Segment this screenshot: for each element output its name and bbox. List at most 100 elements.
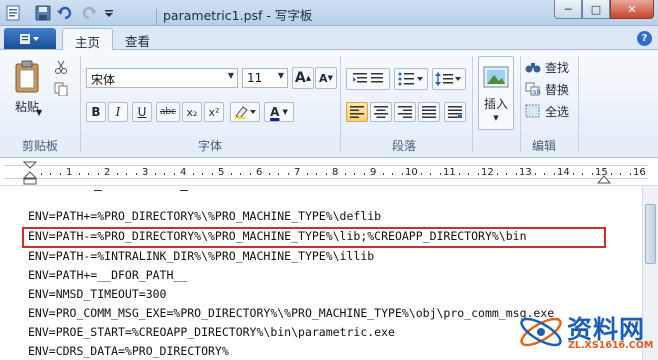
bullet-list-icon	[398, 72, 423, 86]
insert-picture-icon	[483, 66, 509, 87]
window-controls: ─ □ ✕	[554, 0, 654, 19]
ruler-tick	[620, 173, 621, 175]
minimize-button[interactable]: ─	[554, 0, 582, 19]
ruler-tick	[126, 173, 127, 175]
decrease-indent-button[interactable]	[346, 68, 390, 90]
watermark-logo-icon	[520, 317, 562, 347]
ribbon-tab-row: 主页 查看 ?	[0, 26, 658, 51]
align-center-button[interactable]	[370, 102, 392, 122]
binoculars-icon	[525, 63, 541, 73]
document-line[interactable]: ENV=NMSD_TIMEOUT=300	[28, 285, 166, 304]
customize-quick-access-icon[interactable]	[100, 4, 118, 22]
ruler[interactable]: 1 2 3 4 5 6 7 8 9 10 11 12 13 14 15 16	[0, 158, 658, 186]
watermark: 资料网 ZL.XS1616.COM	[512, 300, 658, 360]
ruler-label: 15	[595, 167, 608, 178]
document-line[interactable]: ENV=CDRS_DATA=%PRO_DIRECTORY%	[28, 342, 229, 360]
highlight-color-button[interactable]	[230, 102, 260, 122]
document-line[interactable]: ENV=PRO_COMM_MSG_EXE=%PRO_DIRECTORY%\%PR…	[28, 304, 554, 323]
find-label: 查找	[545, 60, 570, 75]
close-button[interactable]: ✕	[610, 0, 654, 19]
paragraph-group-label: 段落	[392, 139, 417, 153]
maximize-button[interactable]: □	[582, 0, 610, 19]
strikethrough-button[interactable]: abc	[156, 102, 180, 122]
wordpad-app-icon[interactable]	[4, 4, 22, 22]
line-spacing-button[interactable]	[432, 68, 466, 90]
ruler-tick	[78, 173, 80, 175]
indent-icon	[353, 73, 383, 83]
ruler-tick	[164, 173, 165, 175]
tab-view[interactable]: 查看	[113, 28, 162, 51]
help-icon[interactable]: ?	[637, 31, 652, 46]
document-line[interactable]: ENV=PATH+=%PRO_DIRECTORY%\%PRO_MACHINE_T…	[28, 207, 381, 226]
watermark-url: ZL.XS1616.COM	[568, 340, 654, 351]
redo-icon[interactable]	[80, 4, 98, 22]
list-button[interactable]	[394, 68, 428, 90]
select-all-button[interactable]: 全选	[524, 102, 574, 120]
indent-marker-icon[interactable]	[23, 161, 39, 185]
application-menu-button[interactable]	[4, 28, 56, 49]
menu-icon	[20, 33, 39, 44]
undo-icon[interactable]	[56, 4, 74, 22]
ruler-tick	[610, 173, 612, 175]
paste-dropdown-arrow[interactable]: ▼	[36, 108, 42, 117]
ruler-tick	[88, 173, 89, 175]
replace-label: 替换	[545, 82, 570, 97]
ruler-label: 12	[481, 167, 494, 178]
tab-home[interactable]: 主页	[62, 28, 114, 51]
justify-icon	[422, 106, 436, 118]
save-icon[interactable]	[34, 4, 52, 22]
bold-button[interactable]: B	[86, 102, 106, 122]
title-bar: parametric1.psf - 写字板 ─ □ ✕	[0, 0, 658, 26]
replace-button[interactable]: ab 替换	[524, 80, 574, 98]
text-fragment	[180, 190, 188, 191]
ruler-tick	[116, 173, 118, 175]
ruler-tick	[173, 173, 175, 175]
ruler-label: 5	[218, 167, 225, 178]
document-line[interactable]: ENV=PROE_START=%CREOAPP_DIRECTORY%\bin\p…	[28, 323, 395, 342]
ruler-label: 13	[519, 167, 532, 178]
window-title: parametric1.psf - 写字板	[150, 5, 312, 25]
ruler-tick	[306, 173, 308, 175]
ruler-tick	[211, 173, 213, 175]
line-spacing-icon	[435, 72, 461, 86]
ruler-tick	[230, 173, 232, 175]
select-all-icon	[525, 104, 540, 118]
ruler-tick	[59, 173, 61, 175]
italic-button[interactable]: I	[108, 102, 128, 122]
document-line[interactable]: ENV=PATH+=__DFOR_PATH__	[28, 266, 187, 285]
ruler-tick	[249, 173, 251, 175]
ruler-tick	[392, 173, 393, 175]
highlight-box	[22, 227, 606, 248]
scrollbar-thumb[interactable]	[645, 204, 656, 264]
copy-icon[interactable]	[52, 80, 70, 98]
ruler-tick	[544, 173, 545, 175]
find-button[interactable]: 查找	[524, 58, 574, 76]
align-left-button[interactable]	[346, 102, 368, 122]
document-line[interactable]: ENV=PATH-=%INTRALINK_DIR%\%PRO_MACHINE_T…	[28, 247, 374, 266]
ruler-tick	[192, 173, 194, 175]
font-size-select[interactable]: 11 ▼	[242, 68, 288, 88]
superscript-button[interactable]: x²	[204, 102, 224, 122]
clipboard-group-label: 剪贴板	[22, 139, 59, 153]
ruler-tick	[477, 173, 479, 175]
shrink-font-button[interactable]: A ▼	[315, 67, 337, 89]
cut-icon[interactable]	[52, 58, 70, 76]
grow-font-button[interactable]: A ▲	[292, 67, 314, 89]
justify-button[interactable]	[418, 102, 440, 122]
group-divider	[472, 56, 473, 152]
font-family-select[interactable]: 宋体 ▼	[86, 68, 238, 88]
subscript-button[interactable]: x₂	[182, 102, 202, 122]
ruler-tick	[629, 173, 631, 175]
text-color-button[interactable]: A ▼	[264, 102, 294, 122]
ruler-label: 11	[443, 167, 456, 178]
ruler-label: 7	[294, 167, 301, 178]
insert-button[interactable]: 插入 ▼	[478, 56, 514, 130]
replace-icon: ab	[525, 82, 541, 96]
underline-button[interactable]: U	[132, 102, 152, 122]
ruler-tick	[468, 173, 469, 175]
ruler-label: 8	[332, 167, 339, 178]
align-right-button[interactable]	[394, 102, 416, 122]
ruler-label: 3	[142, 167, 149, 178]
ruler-tick	[439, 173, 441, 175]
paragraph-settings-button[interactable]	[444, 102, 466, 122]
